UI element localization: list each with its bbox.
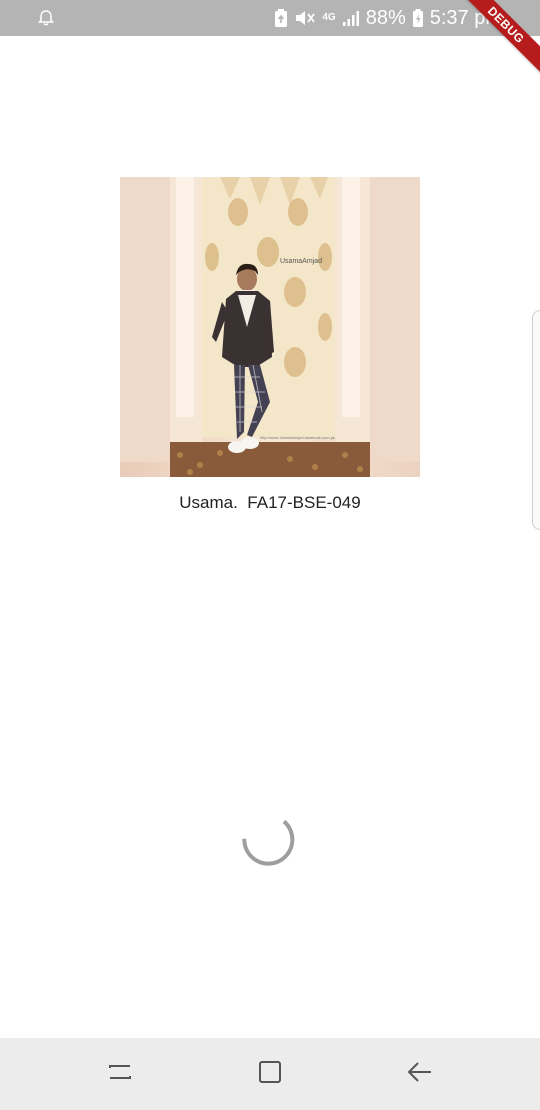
recent-apps-button[interactable] [102,1056,138,1092]
battery-percent: 88% [365,7,406,29]
loading-spinner-icon [240,815,296,871]
navigation-bar [0,1038,540,1110]
battery-saver-icon [274,8,288,28]
battery-charging-icon [412,8,424,28]
notification-bell-icon [36,8,56,28]
status-icons: 4G 88% 5:37 pm [274,0,502,36]
home-icon [256,1058,284,1091]
photo-watermark: UsamaAmjad [280,258,322,265]
home-button[interactable] [252,1056,288,1092]
mute-icon [294,8,316,28]
network-type-label: 4G [322,12,336,23]
back-icon [406,1058,434,1091]
profile-photo-illustration: UsamaAmjad http://www.UsamaAmjad.faceboo… [120,177,420,477]
recent-apps-icon [106,1058,134,1091]
status-bar: 4G 88% 5:37 pm [0,0,540,36]
svg-text:http://www.UsamaAmjad.facebook: http://www.UsamaAmjad.facebook.com.pk [260,435,335,440]
profile-photo: UsamaAmjad http://www.UsamaAmjad.faceboo… [120,177,420,477]
signal-icon [342,9,360,27]
profile-caption: Usama. FA17-BSE-049 [179,493,361,512]
back-button[interactable] [402,1056,438,1092]
